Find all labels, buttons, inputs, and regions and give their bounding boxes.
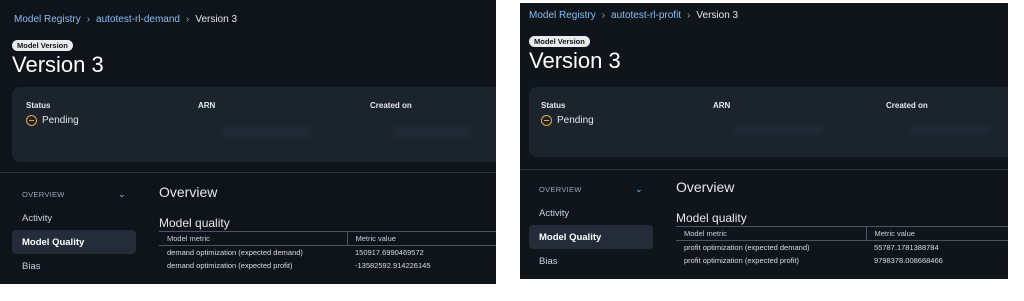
nav-overview-label: OVERVIEW [22, 189, 65, 199]
breadcrumb-model-registry[interactable]: Model Registry [529, 10, 596, 21]
created-on-label: Created on [370, 101, 412, 110]
table-header: Model metric Metric value [159, 231, 496, 246]
summary-card: Status Pending ARN Created on [529, 87, 1008, 157]
metric-value: 9798378.008668466 [874, 256, 943, 265]
redacted-arn [222, 127, 312, 137]
page-title: Version 3 [529, 48, 621, 73]
chevron-right-icon: › [86, 14, 91, 25]
overview-heading: Overview [676, 179, 735, 195]
nav-item-model-quality[interactable]: Model Quality [12, 230, 136, 254]
overview-heading: Overview [159, 184, 218, 200]
model-quality-table: Model metric Metric value demand optimiz… [159, 231, 496, 272]
status-text: Pending [557, 115, 594, 126]
status-value: Pending [541, 115, 594, 126]
side-nav: OVERVIEW ⌄ Activity Model Quality Bias [12, 182, 136, 278]
summary-card: Status Pending ARN Created on [12, 87, 496, 162]
chevron-down-icon[interactable]: ⌄ [635, 184, 643, 195]
table-row: demand optimization (expected profit) -1… [159, 259, 496, 272]
model-version-panel-profit: Model Registry › autotest-rl-profit › Ve… [520, 3, 1008, 279]
model-quality-heading: Model quality [676, 211, 747, 225]
metric-value: 55787.1781388784 [874, 243, 939, 252]
chevron-right-icon: › [687, 10, 691, 21]
nav-item-activity[interactable]: Activity [12, 206, 136, 230]
arn-label: ARN [713, 101, 731, 110]
chevron-right-icon: › [185, 14, 190, 25]
model-version-badge: Model Version [529, 36, 590, 47]
divider [0, 172, 496, 173]
nav-overview[interactable]: OVERVIEW ⌄ [12, 182, 136, 206]
metric-name: profit optimization (expected demand) [684, 243, 810, 252]
column-header-metric-value: Metric value [865, 226, 1008, 241]
nav-item-activity[interactable]: Activity [529, 201, 653, 225]
breadcrumb-current: Version 3 [696, 10, 739, 21]
metric-name: demand optimization (expected profit) [167, 261, 293, 270]
column-header-model-metric: Model metric [676, 226, 866, 241]
chevron-down-icon[interactable]: ⌄ [118, 189, 126, 200]
model-version-badge: Model Version [12, 40, 73, 51]
column-header-metric-value: Metric value [346, 231, 496, 246]
arn-label: ARN [198, 101, 216, 110]
metric-value: -13582592.914226145 [355, 261, 431, 270]
metric-value: 150917.6990469572 [355, 248, 424, 257]
breadcrumb: Model Registry › autotest-rl-demand › Ve… [14, 14, 237, 25]
nav-overview[interactable]: OVERVIEW ⌄ [529, 177, 653, 201]
table-row: profit optimization (expected profit) 97… [676, 254, 1008, 267]
table-row: demand optimization (expected demand) 15… [159, 246, 496, 260]
redacted-created-on [909, 125, 989, 135]
model-quality-heading: Model quality [159, 216, 230, 230]
nav-item-bias[interactable]: Bias [12, 254, 136, 278]
breadcrumb-model-registry[interactable]: Model Registry [14, 14, 81, 25]
breadcrumb-model-group[interactable]: autotest-rl-profit [611, 10, 681, 21]
created-on-label: Created on [886, 101, 928, 110]
status-label: Status [26, 101, 51, 110]
pending-icon [541, 115, 552, 126]
nav-item-model-quality[interactable]: Model Quality [529, 225, 653, 249]
status-value: Pending [26, 115, 79, 126]
nav-overview-label: OVERVIEW [539, 184, 582, 194]
nav-item-bias[interactable]: Bias [529, 249, 653, 273]
divider [520, 169, 1008, 170]
breadcrumb-model-group[interactable]: autotest-rl-demand [96, 14, 180, 25]
model-version-panel-demand: Model Registry › autotest-rl-demand › Ve… [0, 0, 496, 284]
page-title: Version 3 [12, 52, 104, 77]
chevron-right-icon: › [601, 10, 606, 21]
status-text: Pending [42, 115, 79, 126]
column-header-model-metric: Model metric [159, 231, 347, 246]
redacted-arn [734, 125, 824, 135]
redacted-created-on [392, 127, 472, 137]
metric-name: profit optimization (expected profit) [684, 256, 800, 265]
table-row: profit optimization (expected demand) 55… [676, 241, 1008, 255]
status-label: Status [541, 101, 566, 110]
metric-name: demand optimization (expected demand) [167, 248, 303, 257]
breadcrumb-current: Version 3 [195, 14, 238, 25]
side-nav: OVERVIEW ⌄ Activity Model Quality Bias [529, 177, 653, 273]
table-header: Model metric Metric value [676, 226, 1008, 241]
breadcrumb: Model Registry › autotest-rl-profit › Ve… [529, 10, 738, 21]
pending-icon [26, 115, 37, 126]
model-quality-table: Model metric Metric value profit optimiz… [676, 226, 1008, 267]
